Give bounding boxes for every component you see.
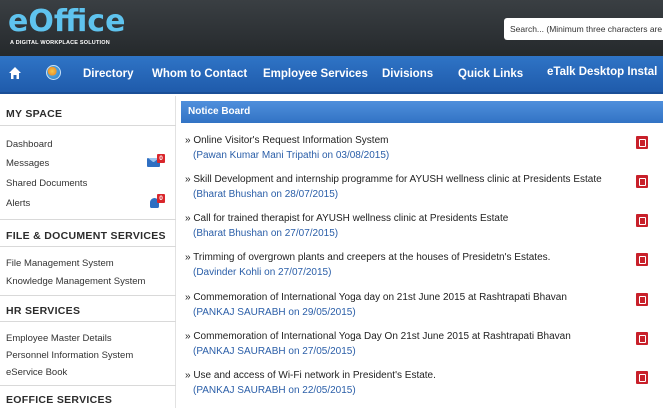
sidebar: MY SPACE Dashboard Messages 0 Shared Doc… [0, 96, 176, 408]
pdf-icon[interactable] [636, 371, 648, 384]
home-icon[interactable] [8, 66, 22, 80]
divider [0, 385, 176, 386]
notice-author-date: (PANKAJ SAURABH on 29/05/2015) [193, 307, 356, 318]
sidebar-item-eservice-book[interactable]: eService Book [6, 367, 67, 378]
sidebar-item-employee-master-details[interactable]: Employee Master Details [6, 333, 112, 344]
nav-whom-to-contact[interactable]: Whom to Contact [152, 67, 247, 81]
divider [0, 295, 176, 296]
notice-item: » Skill Development and internship progr… [181, 174, 663, 214]
nav-directory[interactable]: Directory [83, 67, 134, 81]
pdf-icon[interactable] [636, 175, 648, 188]
logo-tagline: A DIGITAL WORKPLACE SOLUTION [10, 40, 110, 46]
nav-employee-services[interactable]: Employee Services [263, 67, 368, 81]
pdf-icon[interactable] [636, 293, 648, 306]
pdf-icon[interactable] [636, 253, 648, 266]
notice-title[interactable]: » Skill Development and internship progr… [185, 174, 602, 185]
search-input[interactable]: Search... (Minimum three characters are … [504, 18, 663, 40]
notice-item: » Commemoration of International Yoga da… [181, 292, 663, 332]
notice-item: » Use and access of Wi-Fi network in Pre… [181, 370, 663, 408]
notice-author-date: (Bharat Bhushan on 28/07/2015) [193, 189, 339, 200]
notice-title[interactable]: » Commemoration of International Yoga da… [185, 292, 567, 303]
divider [0, 219, 176, 220]
pdf-icon[interactable] [636, 332, 648, 345]
sidebar-item-shared-documents[interactable]: Shared Documents [6, 178, 87, 189]
section-eoffice-services: EOFFICE SERVICES [6, 394, 113, 406]
section-my-space: MY SPACE [6, 108, 63, 120]
sidebar-item-knowledge-management-system[interactable]: Knowledge Management System [6, 276, 145, 287]
sidebar-item-dashboard[interactable]: Dashboard [6, 139, 52, 150]
notice-board-header: Notice Board [181, 101, 663, 123]
notice-title[interactable]: » Online Visitor's Request Information S… [185, 135, 388, 146]
section-file-document-services: FILE & DOCUMENT SERVICES [6, 230, 166, 242]
messages-count-badge: 0 [157, 154, 165, 163]
notice-title[interactable]: » Commemoration of International Yoga Da… [185, 331, 571, 342]
main-nav: Directory Whom to Contact Employee Servi… [0, 56, 663, 94]
divider [0, 246, 176, 247]
divider [0, 321, 176, 322]
notice-author-date: (Pawan Kumar Mani Tripathi on 03/08/2015… [193, 150, 390, 161]
notice-board-panel: Notice Board » Online Visitor's Request … [181, 101, 663, 408]
alerts-icon[interactable]: 0 [147, 194, 165, 210]
sidebar-item-messages[interactable]: Messages [6, 158, 49, 169]
sidebar-item-personnel-information-system[interactable]: Personnel Information System [6, 350, 133, 361]
notice-item: » Online Visitor's Request Information S… [181, 135, 663, 175]
search-placeholder: Search... (Minimum three characters are … [510, 24, 663, 34]
notice-title[interactable]: » Use and access of Wi-Fi network in Pre… [185, 370, 436, 381]
notice-author-date: (PANKAJ SAURABH on 27/05/2015) [193, 346, 356, 357]
notice-author-date: (PANKAJ SAURABH on 22/05/2015) [193, 385, 356, 396]
eoffice-logo[interactable]: eOffice A DIGITAL WORKPLACE SOLUTION [6, 3, 136, 53]
logo-wordmark: eOffice [8, 4, 126, 39]
notice-title[interactable]: » Trimming of overgrown plants and creep… [185, 252, 550, 263]
top-header: eOffice A DIGITAL WORKPLACE SOLUTION Sea… [0, 0, 663, 56]
pdf-icon[interactable] [636, 214, 648, 227]
notice-item: » Call for trained therapist for AYUSH w… [181, 213, 663, 253]
messages-icon[interactable]: 0 [147, 154, 165, 170]
notice-author-date: (Bharat Bhushan on 27/07/2015) [193, 228, 339, 239]
section-hr-services: HR SERVICES [6, 305, 81, 317]
sidebar-item-alerts[interactable]: Alerts [6, 198, 30, 209]
sidebar-item-file-management-system[interactable]: File Management System [6, 258, 114, 269]
nav-etalk-desktop-installer[interactable]: eTalk Desktop Installer [547, 66, 657, 92]
globe-icon[interactable] [46, 65, 61, 80]
nav-divisions[interactable]: Divisions [382, 67, 433, 81]
notice-item: » Trimming of overgrown plants and creep… [181, 252, 663, 292]
notice-author-date: (Davinder Kohli on 27/07/2015) [193, 267, 332, 278]
alerts-count-badge: 0 [157, 194, 165, 203]
notice-item: » Commemoration of International Yoga Da… [181, 331, 663, 371]
notice-title[interactable]: » Call for trained therapist for AYUSH w… [185, 213, 508, 224]
pdf-icon[interactable] [636, 136, 648, 149]
notice-board-title: Notice Board [188, 106, 251, 117]
divider [0, 125, 176, 126]
nav-quick-links[interactable]: Quick Links [458, 67, 523, 81]
